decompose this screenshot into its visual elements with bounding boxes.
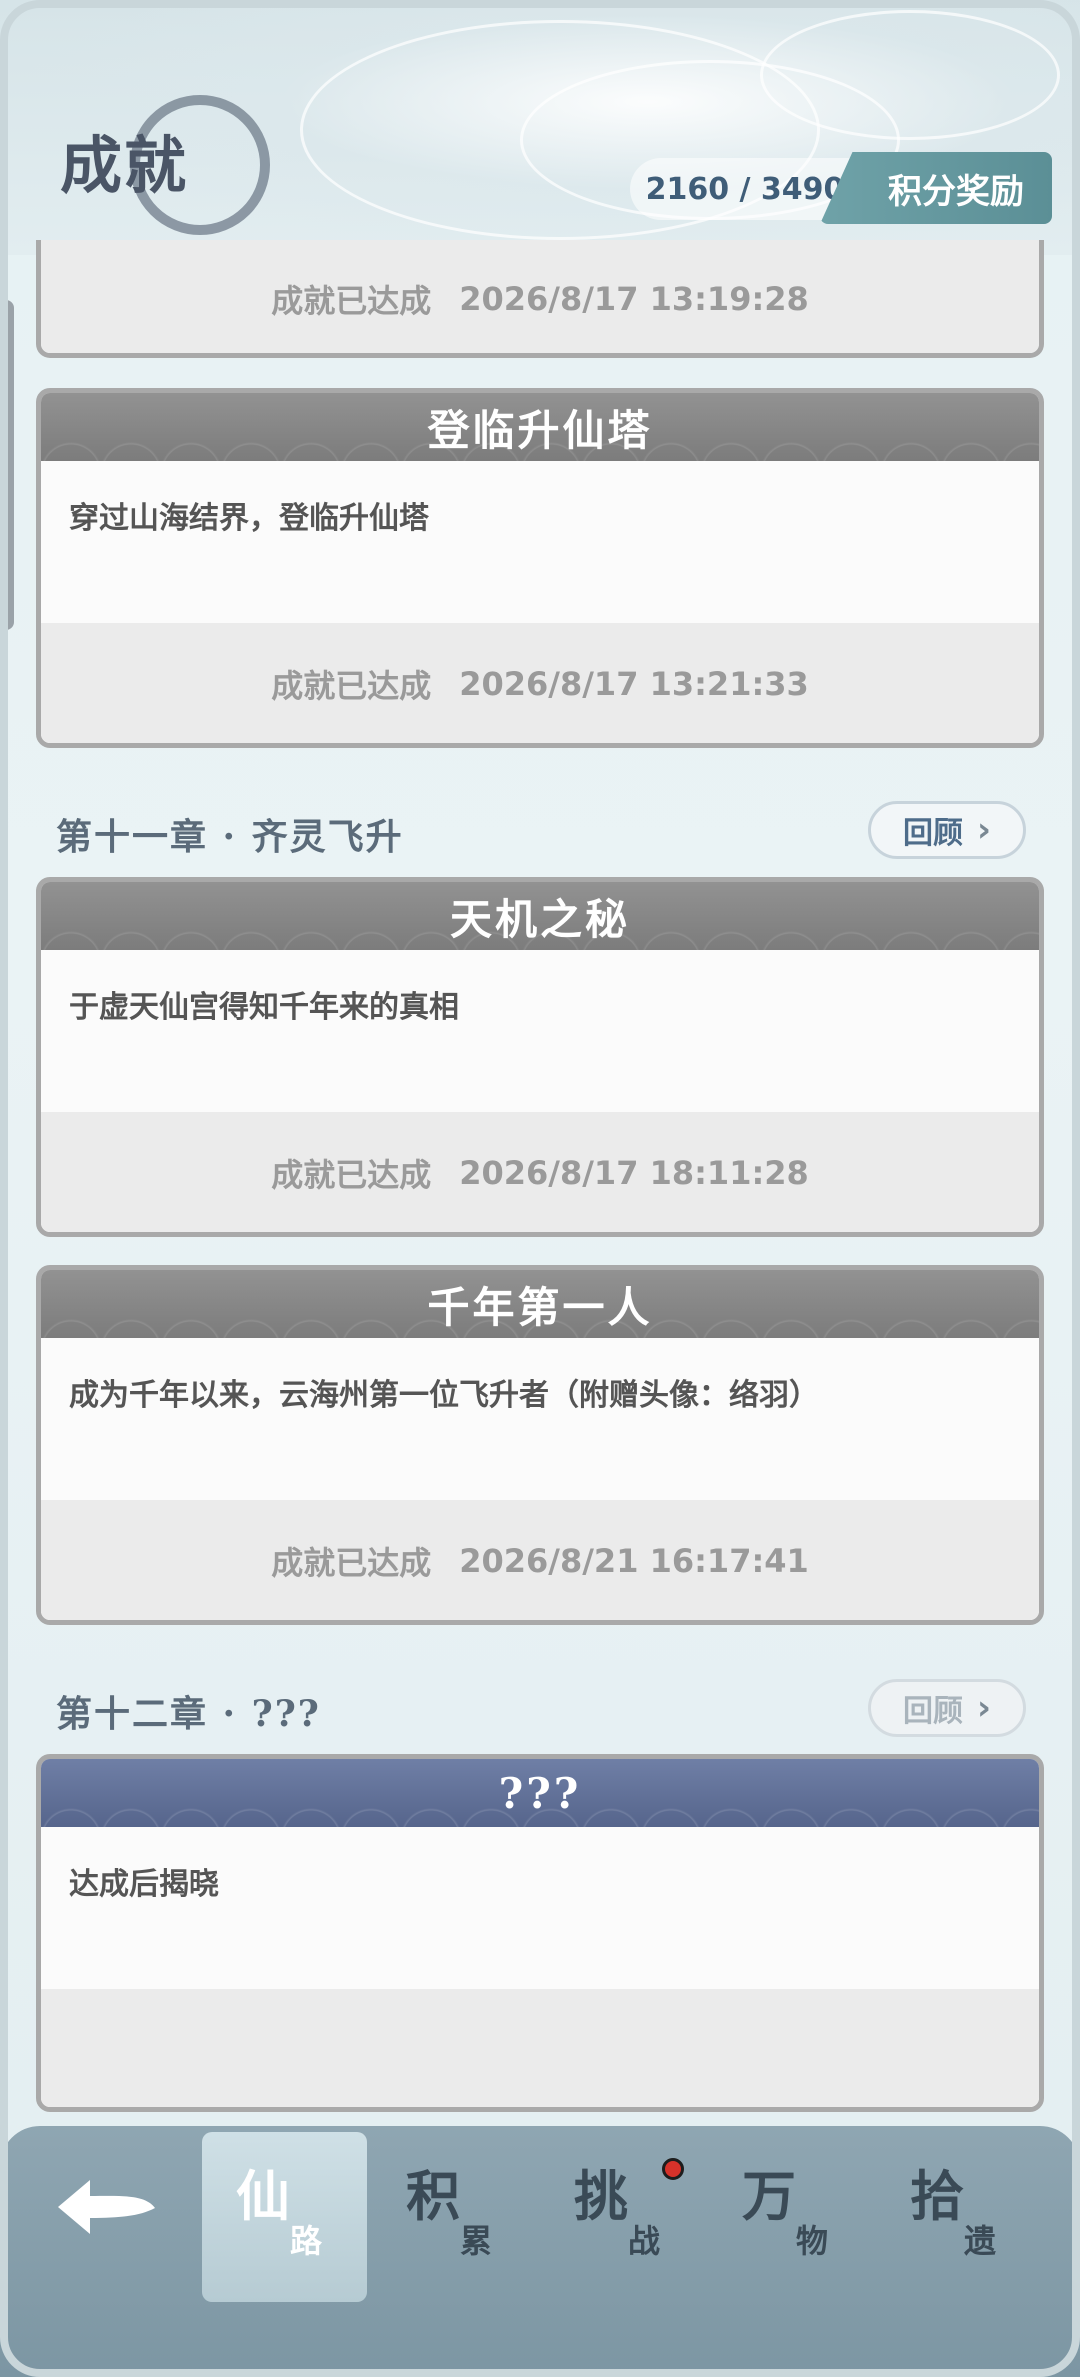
chapter-heading: 第十二章 · ???: [56, 1693, 321, 1735]
achievement-title: 登临升仙塔: [41, 393, 1039, 461]
achievement-status: 成就已达成: [271, 667, 432, 705]
achievement-title: 千年第一人: [41, 1270, 1039, 1338]
review-button[interactable]: 回顾 ›: [868, 801, 1026, 859]
tab-tiaozhan[interactable]: 挑 战: [540, 2132, 705, 2302]
achievement-status-row: 成就已达成 2026/8/17 13:21:33: [41, 623, 1039, 743]
achievement-time: 2026/8/17 13:19:28: [459, 280, 809, 318]
decor-swirl: [760, 10, 1060, 140]
achievement-description: 达成后揭晓: [41, 1827, 1039, 1989]
score-counter: 2160 / 3490: [630, 158, 860, 220]
achievement-status: 成就已达成: [271, 1156, 432, 1194]
back-arrow-icon: [58, 2180, 155, 2234]
achievement-status-row: 成就已达成 2026/8/17 13:19:28: [41, 240, 1039, 353]
achievement-description: 于虚天仙宫得知千年来的真相: [41, 950, 1039, 1112]
review-button[interactable]: 回顾 ›: [868, 1679, 1026, 1737]
achievement-status-row: [41, 1989, 1039, 2107]
achievement-description: 成为千年以来，云海州第一位飞升者（附赠头像：络羽）: [41, 1338, 1039, 1500]
achievement-title: 天机之秘: [41, 882, 1039, 950]
achievement-status-row: 成就已达成 2026/8/17 18:11:28: [41, 1112, 1039, 1232]
achievement-status-row: 成就已达成 2026/8/21 16:17:41: [41, 1500, 1039, 1620]
achievement-time: 2026/8/21 16:17:41: [459, 1542, 809, 1580]
achievement-time: 2026/8/17 18:11:28: [459, 1154, 809, 1192]
header-banner: 成就 2160 / 3490 积分奖励: [0, 0, 1080, 255]
achievement-status: 成就已达成: [271, 1544, 432, 1582]
tab-jilei[interactable]: 积 累: [372, 2132, 537, 2302]
chevron-right-icon: ›: [976, 810, 991, 850]
review-label: 回顾: [902, 1694, 963, 1729]
tab-xianlu[interactable]: 仙 路: [202, 2132, 367, 2302]
achievement-description: 穿过山海结界，登临升仙塔: [41, 461, 1039, 623]
tab-wanwu[interactable]: 万 物: [708, 2132, 873, 2302]
chevron-right-icon: ›: [976, 1688, 991, 1728]
locked-achievement-card: ??? 达成后揭晓: [36, 1754, 1044, 2112]
review-label: 回顾: [902, 816, 963, 851]
page-title-block: 成就: [60, 95, 270, 245]
chapter-heading: 第十一章 · 齐灵飞升: [56, 816, 404, 858]
achievement-card: 成就已达成 2026/8/17 13:19:28: [36, 240, 1044, 358]
achievement-card: 天机之秘 于虚天仙宫得知千年来的真相 成就已达成 2026/8/17 18:11…: [36, 877, 1044, 1237]
notification-dot: [662, 2158, 684, 2180]
page-title: 成就: [60, 129, 189, 202]
achievement-time: 2026/8/17 13:21:33: [459, 665, 809, 703]
achievement-card: 千年第一人 成为千年以来，云海州第一位飞升者（附赠头像：络羽） 成就已达成 20…: [36, 1265, 1044, 1625]
back-button[interactable]: [10, 2132, 200, 2282]
tab-shiyi[interactable]: 拾 遗: [876, 2132, 1041, 2302]
achievement-status: 成就已达成: [271, 282, 432, 320]
achievement-card: 登临升仙塔 穿过山海结界，登临升仙塔 成就已达成 2026/8/17 13:21…: [36, 388, 1044, 748]
points-reward-button[interactable]: 积分奖励: [820, 152, 1052, 224]
achievement-title: ???: [41, 1759, 1039, 1827]
side-drawer-handle[interactable]: [0, 300, 14, 630]
